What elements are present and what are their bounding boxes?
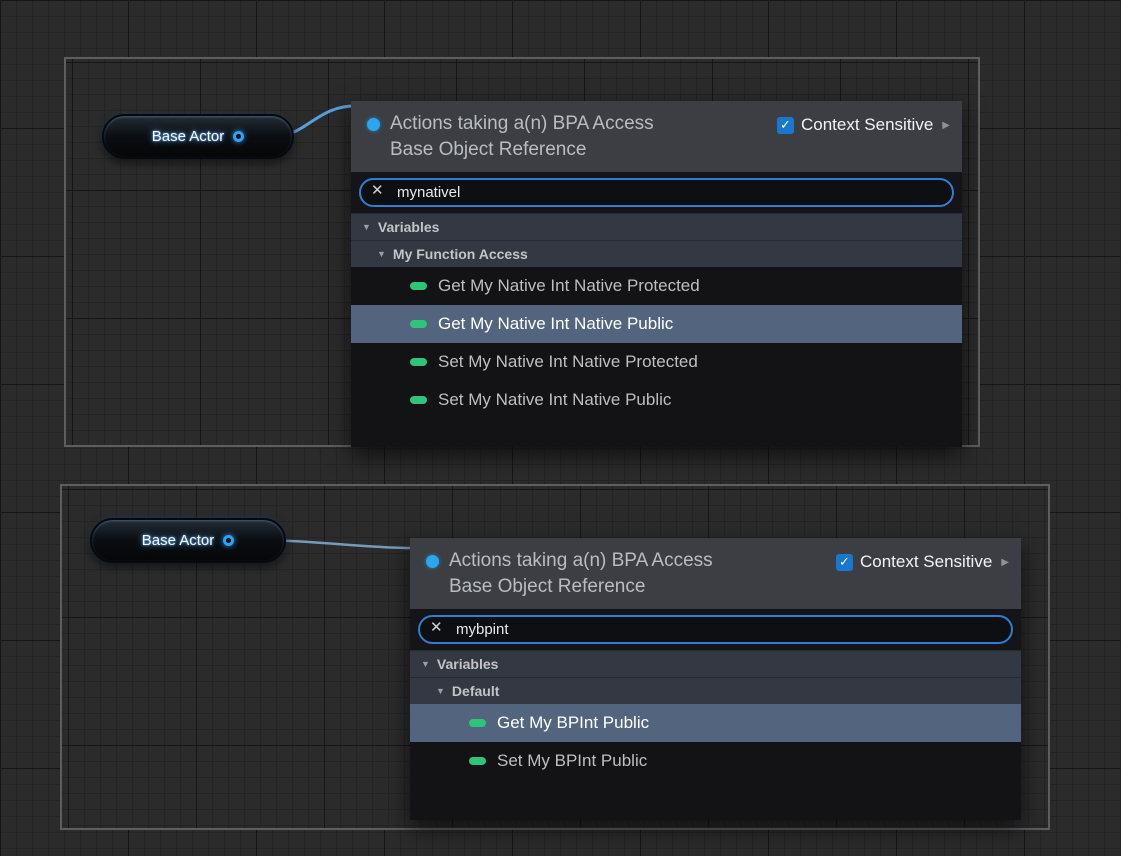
menu-header: Actions taking a(n) BPA Access Base Obje…: [351, 101, 962, 172]
action-item-label: Get My BPInt Public: [497, 713, 649, 733]
menu-title: Actions taking a(n) BPA Access Base Obje…: [390, 111, 777, 163]
expand-arrow-icon[interactable]: ▶: [942, 120, 950, 131]
action-search-input[interactable]: [359, 178, 954, 207]
category-label: Variables: [378, 219, 440, 235]
search-row: ✕: [351, 172, 962, 213]
action-item[interactable]: Get My Native Int Native Protected: [351, 267, 962, 305]
object-output-pin[interactable]: [223, 535, 234, 546]
menu-header: Actions taking a(n) BPA Access Base Obje…: [410, 538, 1021, 609]
collapse-triangle-icon: ▼: [362, 222, 371, 232]
context-sensitive-control[interactable]: ✓ Context Sensitive ▶: [836, 552, 1009, 572]
category-label: Default: [452, 683, 499, 699]
expand-arrow-icon[interactable]: ▶: [1001, 557, 1009, 568]
action-item-selected[interactable]: Get My Native Int Native Public: [351, 305, 962, 343]
base-actor-node[interactable]: Base Actor: [102, 114, 294, 159]
object-pin-icon: [367, 118, 380, 131]
context-sensitive-checkbox[interactable]: ✓: [836, 554, 853, 571]
menu-empty-area: [351, 419, 962, 447]
variable-pill-icon: [469, 719, 486, 727]
graph-screenshot-panel-bottom: Base Actor Actions taking a(n) BPA Acces…: [60, 484, 1050, 830]
menu-title: Actions taking a(n) BPA Access Base Obje…: [449, 548, 836, 600]
menu-empty-area: [410, 780, 1021, 820]
action-item-label: Set My Native Int Native Public: [438, 390, 671, 410]
category-my-function-access[interactable]: ▼ My Function Access: [351, 240, 962, 267]
node-label: Base Actor: [142, 532, 215, 549]
action-item-label: Set My Native Int Native Protected: [438, 352, 698, 372]
node-label: Base Actor: [152, 128, 225, 145]
action-search-input[interactable]: [418, 615, 1013, 644]
action-item[interactable]: Set My BPInt Public: [410, 742, 1021, 780]
context-sensitive-control[interactable]: ✓ Context Sensitive ▶: [777, 115, 950, 135]
menu-title-line1: Actions taking a(n) BPA Access: [390, 111, 777, 137]
variable-pill-icon: [410, 320, 427, 328]
blueprint-action-menu: Actions taking a(n) BPA Access Base Obje…: [351, 101, 962, 447]
object-pin-icon: [426, 555, 439, 568]
action-item-selected[interactable]: Get My BPInt Public: [410, 704, 1021, 742]
category-label: My Function Access: [393, 246, 528, 262]
variable-pill-icon: [410, 396, 427, 404]
collapse-triangle-icon: ▼: [377, 249, 386, 259]
clear-search-icon[interactable]: ✕: [371, 183, 384, 198]
collapse-triangle-icon: ▼: [436, 686, 445, 696]
action-item-label: Get My Native Int Native Public: [438, 314, 673, 334]
context-sensitive-checkbox[interactable]: ✓: [777, 117, 794, 134]
context-sensitive-label: Context Sensitive: [801, 115, 933, 135]
category-variables[interactable]: ▼ Variables: [351, 213, 962, 240]
variable-pill-icon: [410, 358, 427, 366]
graph-screenshot-panel-top: Base Actor Actions taking a(n) BPA Acces…: [64, 57, 980, 447]
variable-pill-icon: [410, 282, 427, 290]
action-item-label: Get My Native Int Native Protected: [438, 276, 700, 296]
action-item[interactable]: Set My Native Int Native Public: [351, 381, 962, 419]
blueprint-action-menu: Actions taking a(n) BPA Access Base Obje…: [410, 538, 1021, 820]
category-default[interactable]: ▼ Default: [410, 677, 1021, 704]
menu-title-line1: Actions taking a(n) BPA Access: [449, 548, 836, 574]
search-row: ✕: [410, 609, 1021, 650]
collapse-triangle-icon: ▼: [421, 659, 430, 669]
variable-pill-icon: [469, 757, 486, 765]
category-label: Variables: [437, 656, 499, 672]
action-item[interactable]: Set My Native Int Native Protected: [351, 343, 962, 381]
action-item-label: Set My BPInt Public: [497, 751, 647, 771]
object-output-pin[interactable]: [233, 131, 244, 142]
menu-title-line2: Base Object Reference: [390, 137, 777, 163]
clear-search-icon[interactable]: ✕: [430, 620, 443, 635]
category-variables[interactable]: ▼ Variables: [410, 650, 1021, 677]
context-sensitive-label: Context Sensitive: [860, 552, 992, 572]
base-actor-node[interactable]: Base Actor: [90, 518, 286, 563]
menu-title-line2: Base Object Reference: [449, 574, 836, 600]
blueprint-graph-background: { "panels": [ { "node": { "label": "Base…: [0, 0, 1121, 856]
